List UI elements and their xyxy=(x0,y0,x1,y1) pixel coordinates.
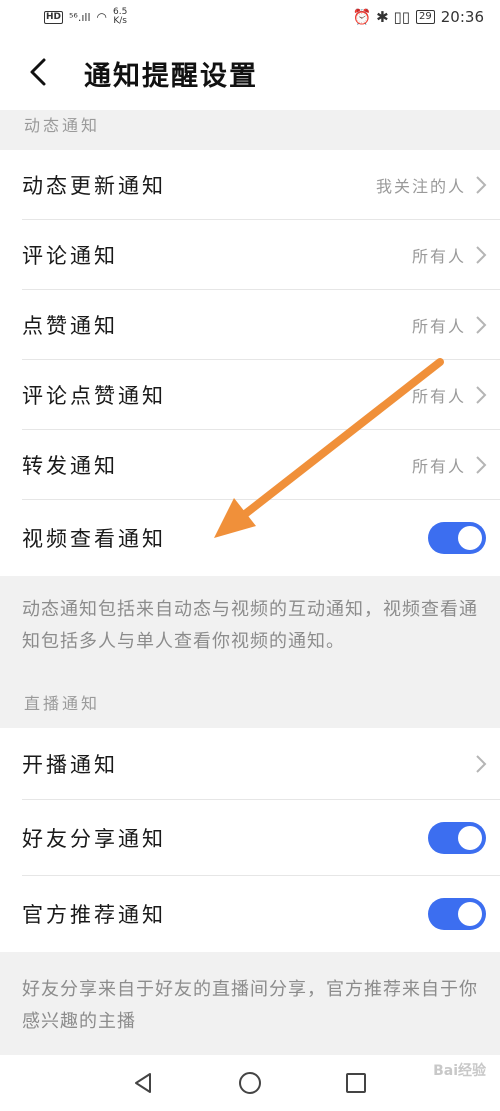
row-repost[interactable]: 转发通知 所有人 xyxy=(0,430,500,500)
section-label-dynamic: 动态通知 xyxy=(24,116,101,135)
section-label-live: 直播通知 xyxy=(24,694,101,713)
row-value: 所有人 xyxy=(411,317,466,336)
toggle-knob xyxy=(458,526,482,550)
row-value: 我关注的人 xyxy=(375,177,466,196)
row-value: 所有人 xyxy=(411,457,466,476)
dynamic-settings-card: 动态更新通知 我关注的人 评论通知 所有人 点赞通知 所有人 评论点赞通知 所有… xyxy=(0,150,500,576)
chevron-left-icon xyxy=(30,58,46,86)
video-view-toggle[interactable] xyxy=(428,522,486,554)
hd-icon: HD xyxy=(44,10,64,24)
row-comment[interactable]: 评论通知 所有人 xyxy=(0,220,500,290)
wifi-icon: ◠ xyxy=(96,10,107,24)
row-friend-share: 好友分享通知 xyxy=(0,800,500,876)
clock: 20:36 xyxy=(440,8,484,26)
row-comment-like[interactable]: 评论点赞通知 所有人 xyxy=(0,360,500,430)
chevron-right-icon xyxy=(476,176,487,194)
status-bar: HD ⁵⁶.ıll ◠ 6.5 K/s ⏰ ✱ ▯▯ 29 20:36 xyxy=(0,0,500,36)
system-nav-bar xyxy=(0,1055,500,1111)
status-icons: ⏰ ✱ ▯▯ xyxy=(352,8,411,26)
row-label: 评论通知 xyxy=(22,244,118,268)
row-label: 点赞通知 xyxy=(22,314,118,338)
row-dynamic-update[interactable]: 动态更新通知 我关注的人 xyxy=(0,150,500,220)
row-label: 动态更新通知 xyxy=(22,174,166,198)
toggle-knob xyxy=(458,902,482,926)
triangle-back-icon xyxy=(135,1073,151,1093)
page-title: 通知提醒设置 xyxy=(84,61,258,92)
chevron-right-icon xyxy=(476,386,487,404)
back-button[interactable] xyxy=(24,56,52,88)
chevron-right-icon xyxy=(476,755,487,773)
row-label: 转发通知 xyxy=(22,454,118,478)
row-live-start[interactable]: 开播通知 xyxy=(0,728,500,800)
row-label: 好友分享通知 xyxy=(22,827,166,851)
nav-home-button[interactable] xyxy=(238,1071,262,1095)
row-label: 官方推荐通知 xyxy=(22,903,166,927)
row-label: 评论点赞通知 xyxy=(22,384,166,408)
row-like[interactable]: 点赞通知 所有人 xyxy=(0,290,500,360)
square-recent-icon xyxy=(346,1073,366,1093)
app-header: 通知提醒设置 xyxy=(0,36,500,110)
row-official-recommend: 官方推荐通知 xyxy=(0,876,500,952)
live-note: 好友分享来自于好友的直播间分享，官方推荐来自于你感兴趣的主播 xyxy=(22,979,478,1032)
dynamic-note: 动态通知包括来自动态与视频的互动通知，视频查看通知包括多人与单人查看你视频的通知… xyxy=(22,599,478,652)
watermark-logo: Bai经验 xyxy=(433,1063,486,1079)
cell-signal-icon: ⁵⁶.ıll xyxy=(69,10,91,24)
network-speed-unit: K/s xyxy=(113,16,127,26)
friend-share-toggle[interactable] xyxy=(428,822,486,854)
row-video-view: 视频查看通知 xyxy=(0,500,500,576)
row-label: 开播通知 xyxy=(22,753,118,777)
network-speed: 6.5 K/s xyxy=(113,8,127,26)
chevron-right-icon xyxy=(476,246,487,264)
row-label: 视频查看通知 xyxy=(22,527,166,551)
row-value: 所有人 xyxy=(411,247,466,266)
circle-home-icon xyxy=(239,1072,261,1094)
row-value: 所有人 xyxy=(411,387,466,406)
nav-back-button[interactable] xyxy=(132,1071,156,1095)
nav-recent-button[interactable] xyxy=(344,1071,368,1095)
battery-icon: 29 xyxy=(416,10,435,24)
official-recommend-toggle[interactable] xyxy=(428,898,486,930)
chevron-right-icon xyxy=(476,456,487,474)
chevron-right-icon xyxy=(476,316,487,334)
live-settings-card: 开播通知 好友分享通知 官方推荐通知 xyxy=(0,728,500,952)
toggle-knob xyxy=(458,826,482,850)
